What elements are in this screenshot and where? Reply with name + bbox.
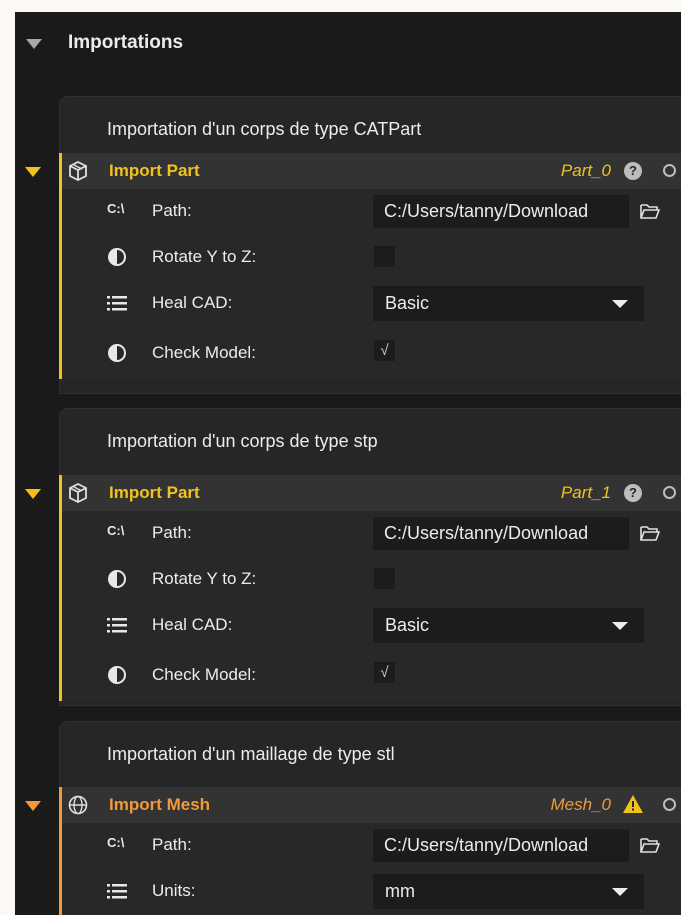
- param-row-units: Units: mm: [15, 873, 681, 909]
- half-circle-icon: [108, 248, 126, 266]
- list-icon: [107, 884, 127, 899]
- group-title: Importation d'un corps de type CATPart: [107, 119, 422, 139]
- node-label: Import Part: [109, 483, 200, 502]
- node-name: Part_0: [560, 161, 611, 180]
- port-circle-icon[interactable]: [663, 164, 676, 177]
- triangle-down-icon[interactable]: [25, 167, 41, 177]
- half-circle-icon: [108, 666, 126, 684]
- folder-open-icon[interactable]: [640, 837, 660, 853]
- chevron-down-icon: [612, 622, 628, 630]
- warning-icon[interactable]: [623, 795, 643, 813]
- param-label: Units:: [152, 881, 196, 900]
- section-title: Importations: [68, 32, 184, 53]
- path-icon: C:\: [107, 201, 125, 216]
- param-label: Rotate Y to Z:: [152, 569, 257, 588]
- param-row-check: Check Model: √: [15, 335, 681, 371]
- heal-cad-select[interactable]: Basic: [373, 608, 644, 643]
- group-title: Importation d'un corps de type stp: [107, 431, 378, 451]
- half-circle-icon: [108, 570, 126, 588]
- param-row-rotate: Rotate Y to Z:: [15, 561, 681, 597]
- select-value: Basic: [385, 293, 430, 313]
- param-row-path: C:\ Path: C:/Users/tanny/Download: [15, 827, 681, 863]
- path-icon: C:\: [107, 523, 125, 538]
- select-value: Basic: [385, 615, 430, 635]
- cube-icon: [69, 161, 87, 181]
- path-input[interactable]: C:/Users/tanny/Download: [373, 195, 629, 228]
- param-row-check: Check Model: √: [15, 657, 681, 693]
- param-row-heal: Heal CAD: Basic: [15, 607, 681, 643]
- node-name: Part_1: [560, 483, 611, 502]
- units-select[interactable]: mm: [373, 874, 644, 909]
- rotate-checkbox[interactable]: [374, 568, 395, 589]
- param-label: Check Model:: [152, 665, 256, 684]
- triangle-down-icon[interactable]: [26, 39, 42, 49]
- port-circle-icon[interactable]: [663, 486, 676, 499]
- port-circle-icon[interactable]: [663, 798, 676, 811]
- globe-icon: [68, 795, 88, 815]
- select-value: mm: [385, 881, 415, 901]
- triangle-down-icon[interactable]: [25, 801, 41, 811]
- param-row-path: C:\ Path: C:/Users/tanny/Download: [15, 193, 681, 229]
- cube-icon: [69, 483, 87, 503]
- param-row-path: C:\ Path: C:/Users/tanny/Download: [15, 515, 681, 551]
- properties-panel: Importations Importation d'un corps de t…: [15, 12, 681, 915]
- folder-open-icon[interactable]: [640, 203, 660, 219]
- node-label: Import Part: [109, 161, 200, 180]
- list-icon: [107, 296, 127, 311]
- chevron-down-icon: [612, 300, 628, 308]
- param-label: Path:: [152, 523, 192, 542]
- chevron-down-icon: [612, 888, 628, 896]
- half-circle-icon: [108, 344, 126, 362]
- list-icon: [107, 618, 127, 633]
- node-label: Import Mesh: [109, 795, 211, 814]
- triangle-down-icon[interactable]: [25, 489, 41, 499]
- heal-cad-select[interactable]: Basic: [373, 286, 644, 321]
- param-row-rotate: Rotate Y to Z:: [15, 239, 681, 275]
- param-label: Check Model:: [152, 343, 256, 362]
- param-label: Path:: [152, 835, 192, 854]
- param-label: Heal CAD:: [152, 615, 233, 634]
- path-input[interactable]: C:/Users/tanny/Download: [373, 829, 629, 862]
- param-row-heal: Heal CAD: Basic: [15, 285, 681, 321]
- help-icon[interactable]: ?: [624, 484, 642, 502]
- path-icon: C:\: [107, 835, 125, 850]
- section-header-importations[interactable]: Importations: [15, 12, 681, 80]
- group-title: Importation d'un maillage de type stl: [107, 744, 395, 764]
- node-name: Mesh_0: [550, 795, 611, 814]
- param-label: Path:: [152, 201, 192, 220]
- folder-open-icon[interactable]: [640, 525, 660, 541]
- help-icon[interactable]: ?: [624, 162, 642, 180]
- rotate-checkbox[interactable]: [374, 246, 395, 267]
- check-model-checkbox[interactable]: √: [374, 340, 395, 361]
- param-label: Heal CAD:: [152, 293, 233, 312]
- check-model-checkbox[interactable]: √: [374, 662, 395, 683]
- param-label: Rotate Y to Z:: [152, 247, 257, 266]
- path-input[interactable]: C:/Users/tanny/Download: [373, 517, 629, 550]
